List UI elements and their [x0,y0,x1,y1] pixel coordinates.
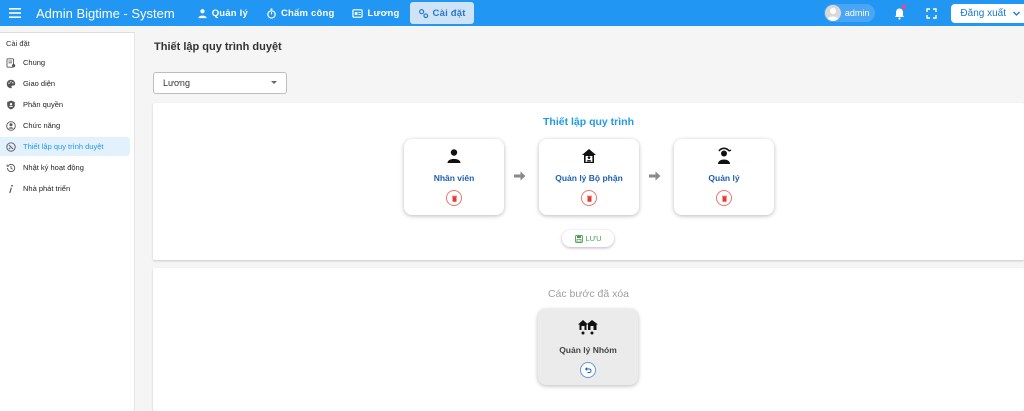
settings-cogs-icon [418,8,428,18]
fullscreen-button[interactable] [919,1,943,25]
sidebar-item-giao-dien[interactable]: Giao diện [0,74,130,93]
step-label: Quản lý Bộ phận [555,173,623,183]
deleted-step-card-quan-ly-nhom: Quản lý Nhóm [538,309,638,385]
delete-step-button[interactable] [581,190,597,206]
group-homes-icon [578,320,598,335]
arrow-right-icon [649,171,661,181]
sidebar-item-label: Phân quyền [23,100,64,109]
sidebar-item-chung[interactable]: Chung [0,53,130,72]
step-card-quan-ly-bo-phan: Quản lý Bộ phận [539,139,639,215]
topbar-actions: admin Đăng xuất [823,0,1024,26]
step-label: Quản lý Nhóm [559,345,617,355]
home-person-icon [582,149,596,163]
payroll-icon [352,8,364,18]
trash-icon [586,195,592,202]
notifications-button[interactable] [887,1,911,25]
app-title: Admin Bigtime - System [36,5,175,21]
sidebar: Cài đặt Chung Giao diện Phân quyền Chức … [0,32,135,411]
person-icon [447,149,461,163]
username: admin [844,8,870,18]
sidebar-item-nha-phat-trien[interactable]: Nhà phát triển [0,179,130,198]
workflow-icon [6,141,16,152]
palette-icon [6,79,16,88]
delete-step-button[interactable] [716,190,732,206]
nav-item-cham-cong[interactable]: Chấm công [258,2,343,24]
step-label: Nhân viên [433,173,475,183]
save-button[interactable]: LƯU [562,230,614,247]
step-label: Quản lý [708,173,740,183]
undo-icon [584,367,592,373]
user-chip[interactable]: admin [823,4,876,22]
sidebar-item-chuc-nang[interactable]: Chức năng [0,116,130,135]
deleted-panel-title: Các bước đã xóa [547,288,630,300]
select-value: Lương [163,78,190,88]
document-settings-icon [6,57,16,68]
nav-label: Cài đặt [432,7,466,19]
shield-icon [7,100,15,109]
arrow-right-icon [514,171,526,181]
logout-button[interactable]: Đăng xuất [951,3,1024,23]
sidebar-item-thiet-lap-quy-trinh[interactable]: Thiết lập quy trình duyệt [0,137,130,156]
nav-item-luong[interactable]: Lương [344,2,407,24]
delete-step-button[interactable] [446,190,462,206]
step-card-quan-ly: Quản lý [674,139,774,215]
fullscreen-icon [926,7,937,19]
history-icon [6,163,16,172]
trash-icon [721,195,727,202]
main-content: Thiết lập quy trình duyệt Lương Thiết lậ… [145,33,1024,411]
nav-label: Lương [367,7,400,19]
step-card-nhan-vien: Nhân viên [404,139,504,215]
save-icon [574,234,583,243]
sidebar-item-nhat-ky[interactable]: Nhật ký hoạt động [0,158,130,177]
nav-label: Quản lý [211,7,248,19]
restore-step-button[interactable] [580,362,596,378]
sidebar-header: Cài đặt [6,39,30,48]
sidebar-item-label: Giao diện [23,79,56,88]
top-app-bar: Admin Bigtime - System Quản lý Chấm công… [0,0,1024,26]
page-title: Thiết lập quy trình duyệt [154,41,282,53]
stopwatch-icon [267,7,276,19]
dropdown-arrow-icon [271,81,277,84]
menu-icon[interactable] [2,0,28,26]
manager-icon [718,147,732,164]
sidebar-item-label: Nhật ký hoạt động [23,163,84,172]
flow-panel: Thiết lập quy trình Nhân viên Quản lý Bộ… [153,103,1024,260]
deleted-steps-panel: Các bước đã xóa Quản lý Nhóm [153,268,1024,411]
sidebar-item-label: Chung [23,58,46,67]
sidebar-item-label: Chức năng [23,121,61,130]
nav-item-cai-dat[interactable]: Cài đặt [409,2,474,24]
trash-icon [451,195,457,202]
sidebar-item-phan-quyen[interactable]: Phân quyền [0,95,130,114]
account-circle-icon [6,120,16,131]
module-select[interactable]: Lương [153,72,287,94]
save-label: LƯU [585,234,602,243]
flow-panel-title: Thiết lập quy trình [543,116,634,128]
sidebar-item-label: Thiết lập quy trình duyệt [23,142,104,151]
info-italic-icon [9,184,13,193]
avatar [824,5,841,21]
nav-label: Chấm công [280,7,335,19]
person-icon [198,8,207,18]
nav-item-quan-ly[interactable]: Quản lý [189,2,256,24]
sidebar-item-label: Nhà phát triển [23,184,71,193]
logout-label: Đăng xuất [960,7,1006,19]
chevron-down-icon [1013,11,1020,16]
